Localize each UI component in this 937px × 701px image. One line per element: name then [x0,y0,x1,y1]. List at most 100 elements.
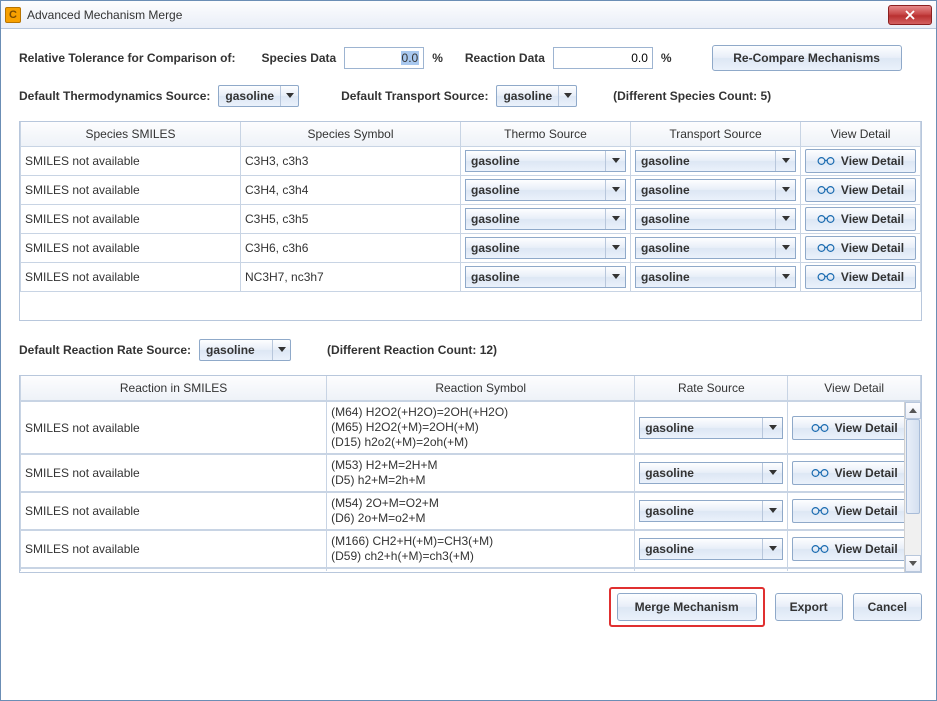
transport-dropdown[interactable]: gasoline [635,266,796,288]
pct-1: % [432,51,443,65]
chevron-down-icon [775,180,795,200]
view-detail-button[interactable]: View Detail [805,265,916,289]
transport-cell: gasoline [631,205,801,234]
symbol-cell: NC3H7, nc3h7 [241,263,461,292]
rate-dropdown[interactable]: gasoline [639,500,783,522]
species-table: Species SMILESSpecies SymbolThermo Sourc… [20,122,921,292]
reaction-data-input[interactable] [553,47,653,69]
table-row: SMILES not available(M166) CH2+H(+M)=CH3… [20,530,921,568]
species-data-input[interactable]: 0.0 [344,47,424,69]
view-detail-button[interactable]: View Detail [792,499,916,523]
column-header: Reaction in SMILES [21,376,327,401]
default-thermo-dropdown[interactable]: gasoline [218,85,299,107]
rate-cell: gasoline [635,569,788,572]
reaction-data-label: Reaction Data [465,51,545,65]
rx-smiles-cell: SMILES not available [21,569,327,572]
view-cell: View Detail [801,205,921,234]
rx-symbol-cell: (M64) H2O2(+H2O)=2OH(+H2O)(M65) H2O2(+M)… [327,402,635,454]
transport-cell: gasoline [631,234,801,263]
scroll-track[interactable] [905,419,921,555]
chevron-down-icon [775,238,795,258]
rate-cell: gasoline [635,455,788,492]
thermo-dropdown[interactable]: gasoline [465,208,626,230]
species-table-wrap: Species SMILESSpecies SymbolThermo Sourc… [19,121,922,321]
view-detail-button[interactable]: View Detail [792,537,916,561]
smiles-cell: SMILES not available [21,234,241,263]
default-rate-dropdown[interactable]: gasoline [199,339,291,361]
column-header: Species SMILES [21,122,241,147]
view-detail-button[interactable]: View Detail [805,207,916,231]
smiles-cell: SMILES not available [21,147,241,176]
rate-dropdown[interactable]: gasoline [639,538,783,560]
transport-cell: gasoline [631,263,801,292]
column-header: Transport Source [631,122,801,147]
table-row: SMILES not availableNC3H7, nc3h7gasoline… [21,263,921,292]
symbol-cell: C3H4, c3h4 [241,176,461,205]
thermo-dropdown[interactable]: gasoline [465,150,626,172]
chevron-down-icon [605,267,625,287]
rx-symbol-cell: (M53) H2+M=2H+M(D5) h2+M=2h+M [327,455,635,492]
reaction-count-label: (Different Reaction Count: 12) [327,343,497,357]
smiles-cell: SMILES not available [21,205,241,234]
smiles-cell: SMILES not available [21,263,241,292]
thermo-cell: gasoline [461,205,631,234]
view-cell: View Detail [801,176,921,205]
close-button[interactable] [888,5,932,25]
scroll-thumb[interactable] [906,419,920,514]
table-row: SMILES not availableC3H5, c3h5gasolinega… [21,205,921,234]
merge-button[interactable]: Merge Mechanism [617,593,757,621]
rx-smiles-cell: SMILES not available [21,531,327,568]
view-cell: View Detail [788,493,921,530]
chevron-down-icon [558,86,576,106]
view-detail-button[interactable]: View Detail [805,236,916,260]
thermo-dropdown[interactable]: gasoline [465,179,626,201]
rx-symbol-cell: (M166) CH2+H(+M)=CH3(+M)(D59) ch2+h(+M)=… [327,531,635,568]
rate-cell: gasoline [635,402,788,454]
cancel-button[interactable]: Cancel [853,593,922,621]
view-cell: View Detail [788,569,921,572]
symbol-cell: C3H6, c3h6 [241,234,461,263]
rx-smiles-cell: SMILES not available [21,455,327,492]
defaults-row: Default Thermodynamics Source: gasoline … [19,85,922,107]
close-icon [905,10,915,20]
scroll-down-button[interactable] [905,555,921,572]
default-transport-dropdown[interactable]: gasoline [496,85,577,107]
transport-dropdown[interactable]: gasoline [635,237,796,259]
reaction-table-wrap: Reaction in SMILESReaction SymbolRate So… [19,375,922,573]
thermo-dropdown[interactable]: gasoline [465,266,626,288]
transport-dropdown[interactable]: gasoline [635,208,796,230]
recompare-button[interactable]: Re-Compare Mechanisms [712,45,902,71]
rate-dropdown[interactable]: gasoline [639,417,783,439]
chevron-down-icon [605,151,625,171]
chevron-down-icon [605,209,625,229]
app-icon: C [5,7,21,23]
thermo-dropdown[interactable]: gasoline [465,237,626,259]
view-detail-button[interactable]: View Detail [805,178,916,202]
transport-dropdown[interactable]: gasoline [635,179,796,201]
symbol-cell: C3H5, c3h5 [241,205,461,234]
rx-symbol-cell: (M55) O+H+M=OH+M(D7) o+h+M=oh+M [327,569,635,572]
rate-dropdown[interactable]: gasoline [639,462,783,484]
reaction-table: Reaction in SMILESReaction SymbolRate So… [20,376,921,571]
export-button[interactable]: Export [775,593,843,621]
chevron-down-icon [762,501,782,521]
view-detail-button[interactable]: View Detail [792,461,916,485]
rate-cell: gasoline [635,531,788,568]
transport-dropdown[interactable]: gasoline [635,150,796,172]
transport-cell: gasoline [631,147,801,176]
chevron-down-icon [775,267,795,287]
view-detail-button[interactable]: View Detail [805,149,916,173]
scroll-up-button[interactable] [905,402,921,419]
default-thermo-label: Default Thermodynamics Source: [19,89,210,103]
rate-cell: gasoline [635,493,788,530]
view-detail-button[interactable]: View Detail [792,416,916,440]
chevron-down-icon [762,539,782,559]
titlebar: C Advanced Mechanism Merge [1,1,936,29]
reaction-scrollbar[interactable] [904,402,921,572]
view-cell: View Detail [788,402,921,454]
chevron-down-icon [775,209,795,229]
table-row: SMILES not availableC3H6, c3h6gasolinega… [21,234,921,263]
column-header: Thermo Source [461,122,631,147]
default-rate-label: Default Reaction Rate Source: [19,343,191,357]
chevron-down-icon [762,463,782,483]
